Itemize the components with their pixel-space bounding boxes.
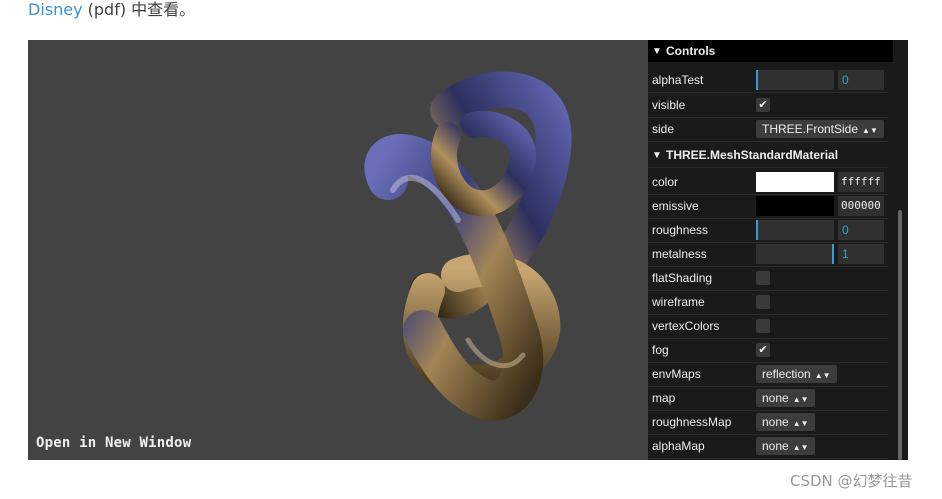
material-folder-title: THREE.MeshStandardMaterial	[666, 148, 839, 162]
map-select[interactable]: none ▲▼	[756, 389, 815, 407]
control-row-alphamap: alphaMap none ▲▼	[648, 434, 888, 459]
alphamap-select-value: none	[762, 439, 789, 453]
control-label: alphaTest	[652, 73, 704, 87]
metalness-slider[interactable]	[756, 244, 834, 264]
control-label: map	[652, 391, 676, 405]
updown-arrow-icon: ▲▼	[862, 126, 878, 135]
material-folder-header[interactable]: ▼ THREE.MeshStandardMaterial	[648, 143, 888, 168]
alphamap-select[interactable]: none ▲▼	[756, 437, 815, 455]
three-viewer: Open in New Window ▼ Controls alphaTest …	[28, 40, 908, 460]
control-row-vertexcolors: vertexColors	[648, 314, 888, 339]
control-label: alphaMap	[652, 439, 705, 453]
emissive-hex-input[interactable]: 000000	[838, 196, 884, 216]
control-row-alphatest: alphaTest 0	[648, 68, 888, 93]
scrollbar-thumb[interactable]	[898, 210, 902, 460]
intro-rest-text: (pdf) 中查看。	[82, 0, 196, 19]
color-hex-input[interactable]: ffffff	[838, 172, 884, 192]
color-swatch[interactable]	[756, 172, 834, 192]
envmaps-select-value: reflection	[762, 367, 811, 381]
csdn-watermark: CSDN @幻梦往昔	[790, 472, 913, 490]
updown-arrow-icon: ▲▼	[814, 371, 831, 380]
controls-title: Controls	[666, 44, 716, 58]
control-label: vertexColors	[652, 319, 720, 333]
control-row-envmaps: envMaps reflection ▲▼	[648, 362, 888, 387]
side-select-value: THREE.FrontSide	[762, 122, 859, 136]
envmaps-select[interactable]: reflection ▲▼	[756, 365, 837, 383]
flatshading-checkbox[interactable]	[756, 271, 770, 285]
control-label: emissive	[652, 199, 699, 213]
control-row-roughness: roughness 0	[648, 218, 888, 243]
updown-arrow-icon: ▲▼	[792, 395, 809, 404]
side-select[interactable]: THREE.FrontSide ▲▼	[756, 120, 884, 138]
visible-checkbox[interactable]: ✔	[756, 98, 770, 112]
chevron-down-icon: ▼	[652, 45, 662, 57]
control-row-side: side THREE.FrontSide ▲▼	[648, 117, 888, 142]
roughnessmap-select-value: none	[762, 415, 789, 429]
control-label: roughnessMap	[652, 415, 732, 429]
control-row-emissive: emissive 000000	[648, 194, 888, 219]
panel-scrollbar[interactable]	[893, 40, 908, 460]
control-row-map: map none ▲▼	[648, 386, 888, 411]
control-row-wireframe: wireframe	[648, 290, 888, 315]
control-label: side	[652, 122, 675, 136]
control-label: flatShading	[652, 271, 713, 285]
updown-arrow-icon: ▲▼	[792, 419, 809, 428]
updown-arrow-icon: ▲▼	[792, 443, 809, 452]
control-label: wireframe	[652, 295, 705, 309]
map-select-value: none	[762, 391, 789, 405]
controls-header[interactable]: ▼ Controls	[648, 40, 893, 62]
torus-knot-render[interactable]	[28, 40, 648, 460]
control-row-fog: fog ✔	[648, 338, 888, 363]
control-row-color: color ffffff	[648, 170, 888, 195]
emissive-swatch[interactable]	[756, 196, 834, 216]
roughnessmap-select[interactable]: none ▲▼	[756, 413, 815, 431]
knot-inner-loop	[431, 111, 537, 217]
chevron-down-icon: ▼	[652, 149, 662, 161]
control-label: visible	[652, 98, 686, 112]
alphatest-slider[interactable]	[756, 70, 834, 90]
control-label: roughness	[652, 223, 709, 237]
controls-panel: ▼ Controls alphaTest 0 visible ✔ side TH…	[648, 40, 893, 460]
open-in-new-window-link[interactable]: Open in New Window	[36, 435, 191, 451]
control-row-flatshading: flatShading	[648, 266, 888, 291]
roughness-slider[interactable]	[756, 220, 834, 240]
disney-link[interactable]: Disney	[28, 0, 83, 19]
intro-text: Disney (pdf) 中查看。	[28, 0, 195, 22]
roughness-number-input[interactable]: 0	[838, 220, 884, 240]
control-row-metalness: metalness 1	[648, 242, 888, 267]
wireframe-checkbox[interactable]	[756, 295, 770, 309]
control-label: envMaps	[652, 367, 701, 381]
control-row-roughnessmap: roughnessMap none ▲▼	[648, 410, 888, 435]
control-row-visible: visible ✔	[648, 93, 888, 118]
vertexcolors-checkbox[interactable]	[756, 319, 770, 333]
metalness-number-input[interactable]: 1	[838, 244, 884, 264]
control-label: fog	[652, 343, 669, 357]
control-label: metalness	[652, 247, 707, 261]
fog-checkbox[interactable]: ✔	[756, 343, 770, 357]
alphatest-number-input[interactable]: 0	[838, 70, 884, 90]
control-label: color	[652, 175, 679, 189]
